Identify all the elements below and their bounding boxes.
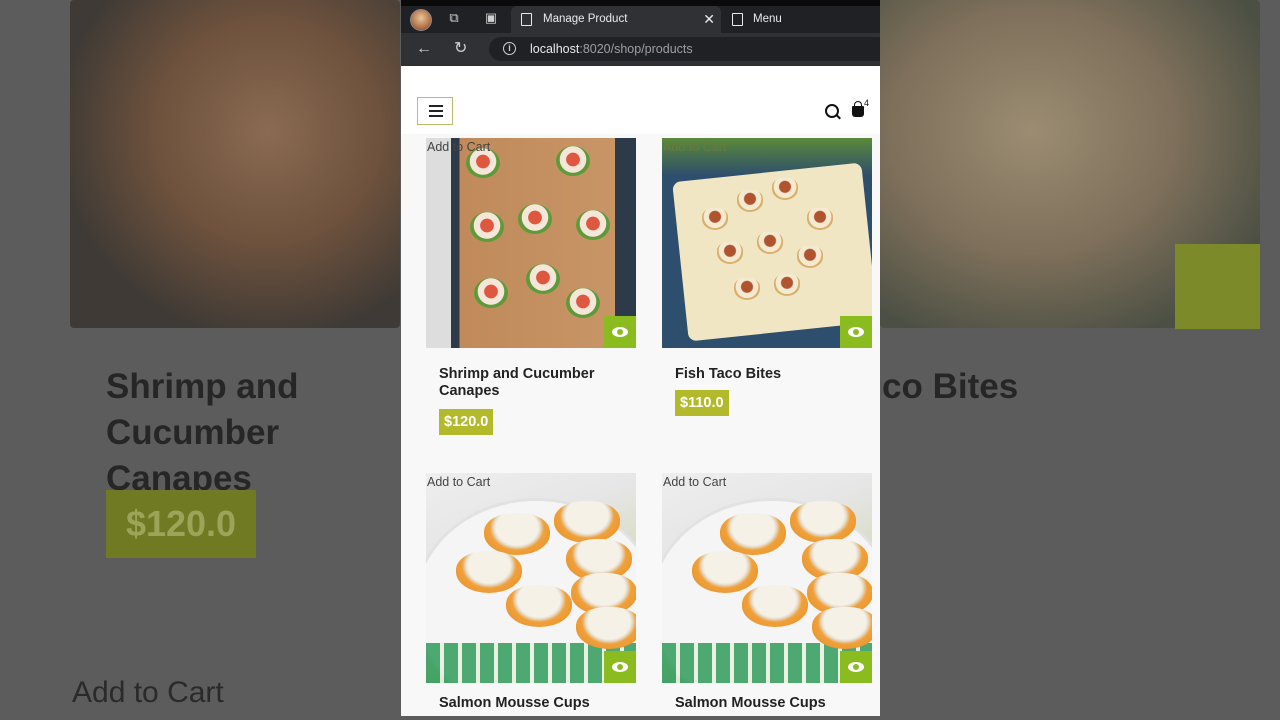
product-image[interactable] [426, 473, 636, 683]
background-add-to-cart: Add to Cart [72, 676, 224, 709]
add-to-cart-link[interactable]: Add to Cart [427, 140, 490, 154]
food-detail [720, 513, 786, 555]
quick-view-button[interactable] [840, 651, 872, 683]
food-detail [474, 278, 508, 308]
food-detail [484, 513, 550, 555]
tab-label: Menu [753, 13, 782, 25]
product-image[interactable] [662, 473, 872, 683]
eye-pupil [853, 664, 859, 670]
back-icon[interactable]: ← [416, 39, 432, 59]
product-card: Add to Cart Fish Taco Bites $110.0 [637, 134, 873, 454]
food-detail [576, 210, 610, 240]
eye-pupil [617, 664, 623, 670]
food-detail [790, 501, 856, 543]
food-detail [734, 278, 760, 300]
background-eye-button [1175, 244, 1260, 329]
food-detail [470, 212, 504, 242]
quick-view-button[interactable] [840, 316, 872, 348]
quick-view-button[interactable] [604, 651, 636, 683]
url-text: localhost:8020/shop/products [530, 37, 693, 61]
reload-icon[interactable]: ↻ [454, 39, 467, 59]
food-detail [717, 242, 743, 264]
tab-manage-product[interactable]: Manage Product ✕ [511, 6, 721, 36]
tab-actions-icon[interactable]: ▣ [484, 11, 498, 25]
hamburger-line [429, 115, 443, 117]
food-detail [556, 146, 590, 176]
page-icon [732, 13, 743, 26]
product-card: Add to Cart Salmon Mousse Cups [401, 469, 637, 716]
product-grid: Add to Cart Shrimp and Cucumber Canapes … [401, 134, 880, 716]
product-name[interactable]: Fish Taco Bites [675, 366, 865, 383]
add-to-cart-link[interactable]: Add to Cart [427, 475, 490, 489]
profile-avatar-icon[interactable] [410, 9, 432, 31]
food-detail [812, 607, 872, 649]
food-detail [757, 232, 783, 254]
food-detail [737, 190, 763, 212]
search-icon[interactable] [825, 104, 839, 118]
product-card: Add to Cart Shrimp and Cucumber Canapes … [401, 134, 637, 454]
product-name[interactable]: Salmon Mousse Cups [675, 695, 865, 712]
site-header: 4 [401, 66, 880, 134]
eye-pupil [853, 329, 859, 335]
background-product-title: Shrimp and Cucumber Canapes [106, 367, 299, 498]
product-name[interactable]: Shrimp and Cucumber Canapes [439, 366, 629, 400]
food-detail [554, 501, 620, 543]
product-price: $120.0 [439, 409, 494, 435]
background-price: $120.0 [106, 490, 256, 558]
eye-pupil [617, 329, 623, 335]
food-detail [772, 178, 798, 200]
tab-menu[interactable]: Menu [727, 6, 877, 36]
food-detail [807, 208, 833, 230]
cart-count-badge: 4 [864, 98, 870, 108]
food-detail [576, 607, 636, 649]
food-detail [526, 264, 560, 294]
product-name[interactable]: Salmon Mousse Cups [439, 695, 629, 712]
food-detail [702, 208, 728, 230]
tab-strip: ⧉ ▣ Manage Product ✕ Menu [401, 0, 880, 36]
shopping-bag-icon[interactable] [852, 101, 864, 117]
navigation-bar: ← ↻ i localhost:8020/shop/products [401, 33, 880, 66]
product-price: $110.0 [675, 390, 729, 416]
page-icon [521, 13, 532, 26]
site-info-icon[interactable]: i [503, 42, 516, 55]
background-shrimp-image [70, 0, 400, 328]
product-image[interactable] [426, 138, 636, 348]
hamburger-line [429, 105, 443, 107]
food-detail [518, 204, 552, 234]
url-path: :8020/shop/products [579, 42, 693, 56]
food-detail [566, 288, 600, 318]
product-card: Add to Cart Salmon Mousse Cups [637, 469, 873, 716]
food-detail [506, 585, 572, 627]
hamburger-line [429, 110, 443, 112]
menu-toggle-button[interactable] [417, 97, 453, 125]
close-tab-icon[interactable]: ✕ [703, 6, 715, 32]
address-bar[interactable]: i localhost:8020/shop/products [489, 37, 880, 61]
browser-window: ⧉ ▣ Manage Product ✕ Menu ← ↻ i localhos… [401, 0, 880, 716]
food-detail [742, 585, 808, 627]
tab-label: Manage Product [543, 13, 628, 25]
background-product-title-right: co Bites [882, 367, 1019, 406]
add-to-cart-link[interactable]: Add to Cart [663, 475, 726, 489]
add-to-cart-link[interactable]: Add to Cart [663, 140, 726, 154]
url-host: localhost [530, 42, 580, 56]
web-page: 4 Add to Cart Shrimp and Cucumber Canape… [401, 66, 880, 716]
workspaces-icon[interactable]: ⧉ [447, 11, 461, 25]
food-detail [774, 274, 800, 296]
quick-view-button[interactable] [604, 316, 636, 348]
food-detail [456, 551, 522, 593]
product-image[interactable] [662, 138, 872, 348]
food-detail [692, 551, 758, 593]
food-detail [797, 246, 823, 268]
